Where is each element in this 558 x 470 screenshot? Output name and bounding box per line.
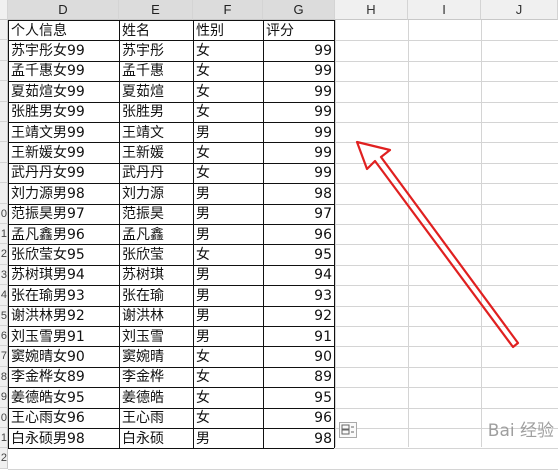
red-arrow-annotation (355, 140, 520, 349)
table-border (8, 448, 334, 450)
row-header[interactable]: 2 (0, 448, 8, 469)
quick-analysis-icon[interactable] (339, 422, 357, 438)
watermark: Bai 经验 (487, 421, 554, 441)
arrow-shape (355, 140, 520, 349)
